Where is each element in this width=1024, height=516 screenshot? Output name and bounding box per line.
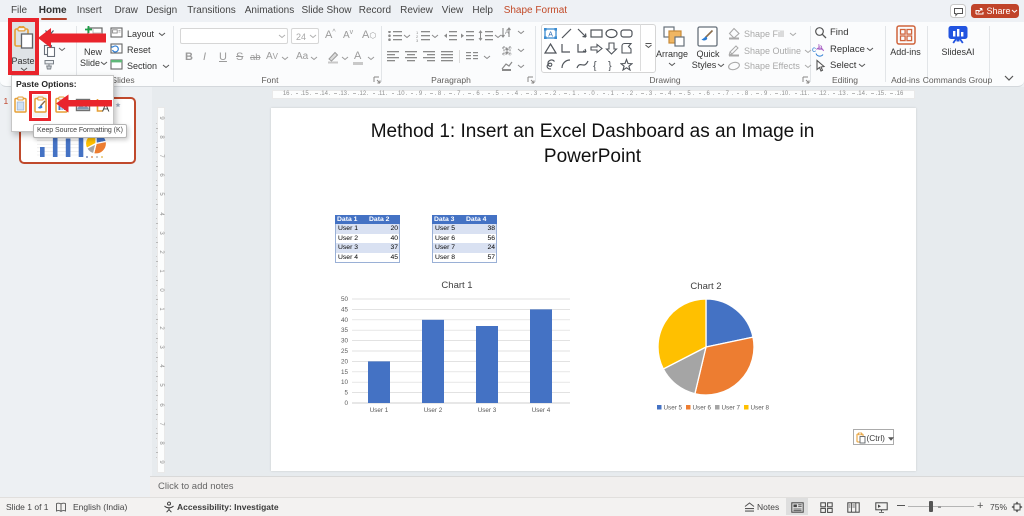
svg-text:5: 5 (344, 390, 348, 397)
svg-text:30: 30 (341, 338, 349, 345)
svg-text:A: A (505, 30, 509, 36)
svg-text:User 5: User 5 (664, 405, 683, 412)
svg-text:{: { (593, 60, 597, 71)
svg-text:User 7: User 7 (722, 405, 741, 412)
svg-text:50: 50 (341, 296, 349, 303)
svg-text:Chart 1: Chart 1 (441, 280, 472, 291)
svg-text:User 3: User 3 (478, 407, 497, 414)
svg-text:25: 25 (341, 348, 349, 355)
svg-text:20: 20 (341, 358, 349, 365)
svg-text:10: 10 (341, 379, 349, 386)
svg-text:0: 0 (344, 400, 348, 407)
svg-text:15: 15 (341, 369, 349, 376)
svg-text:A: A (548, 31, 553, 38)
svg-text:User 8: User 8 (751, 405, 770, 412)
svg-text:3: 3 (416, 38, 419, 43)
svg-text:User 2: User 2 (424, 407, 443, 414)
svg-text:b: b (818, 43, 823, 52)
svg-text:User 4: User 4 (532, 407, 551, 414)
svg-text:User 6: User 6 (693, 405, 712, 412)
svg-text:c: c (812, 45, 816, 54)
svg-text:Chart 2: Chart 2 (690, 281, 721, 292)
svg-text:User 1: User 1 (370, 407, 389, 414)
svg-text:45: 45 (341, 306, 349, 313)
svg-text:}: } (608, 60, 612, 71)
svg-text:40: 40 (341, 317, 349, 324)
svg-text:35: 35 (341, 327, 349, 334)
